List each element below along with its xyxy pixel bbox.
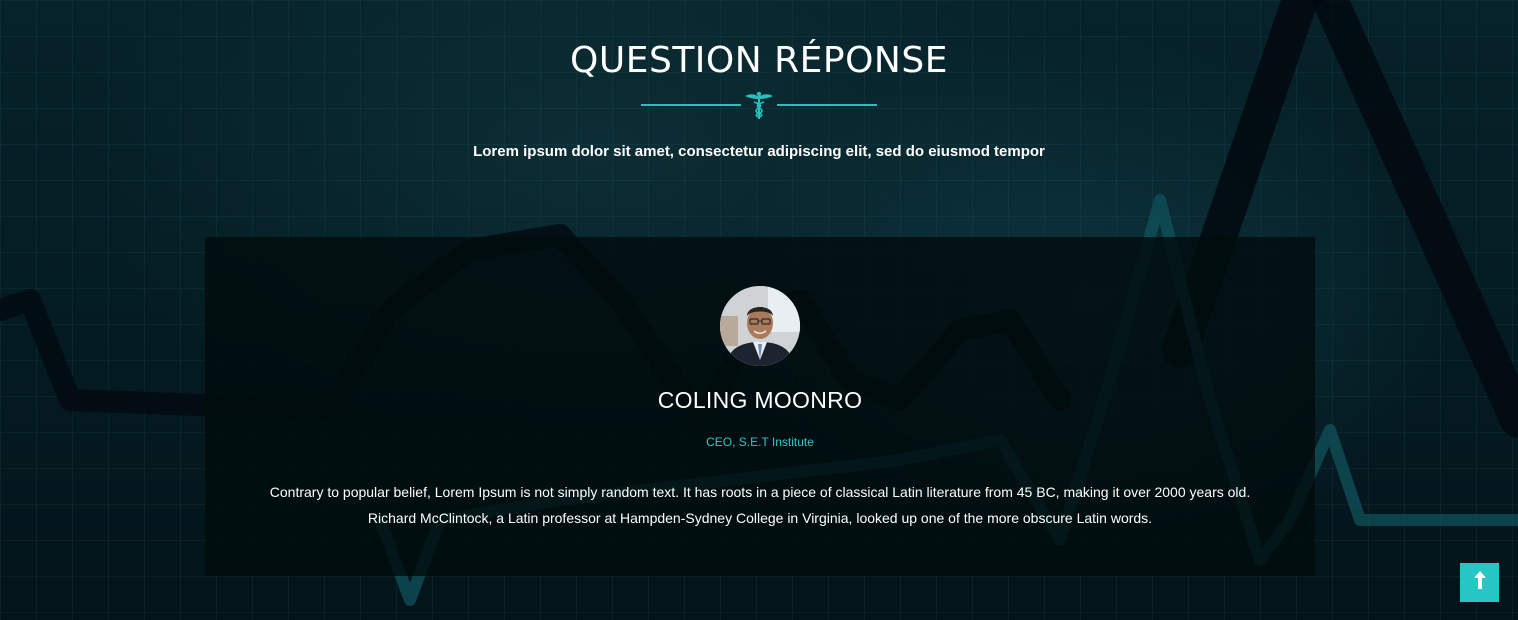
testimonial-role: CEO, S.E.T Institute (706, 435, 814, 449)
caduceus-icon (741, 89, 777, 121)
arrow-up-icon (1473, 570, 1487, 595)
testimonial-quote: Contrary to popular belief, Lorem Ipsum … (269, 484, 1251, 526)
section-subtitle: Lorem ipsum dolor sit amet, consectetur … (473, 143, 1045, 160)
section-title: QUESTION RÉPONSE (570, 40, 948, 81)
section-header: QUESTION RÉPONSE Lorem ipsum dolor sit a… (0, 40, 1518, 160)
divider-line-right (777, 104, 877, 106)
testimonial-name: COLING MOONRO (657, 387, 863, 413)
testimonial-card: COLING MOONRO CEO, S.E.T Institute Contr… (205, 237, 1315, 576)
back-to-top-button[interactable] (1460, 563, 1499, 602)
title-divider (0, 89, 1518, 121)
avatar (720, 286, 800, 366)
divider-line-left (641, 104, 741, 106)
